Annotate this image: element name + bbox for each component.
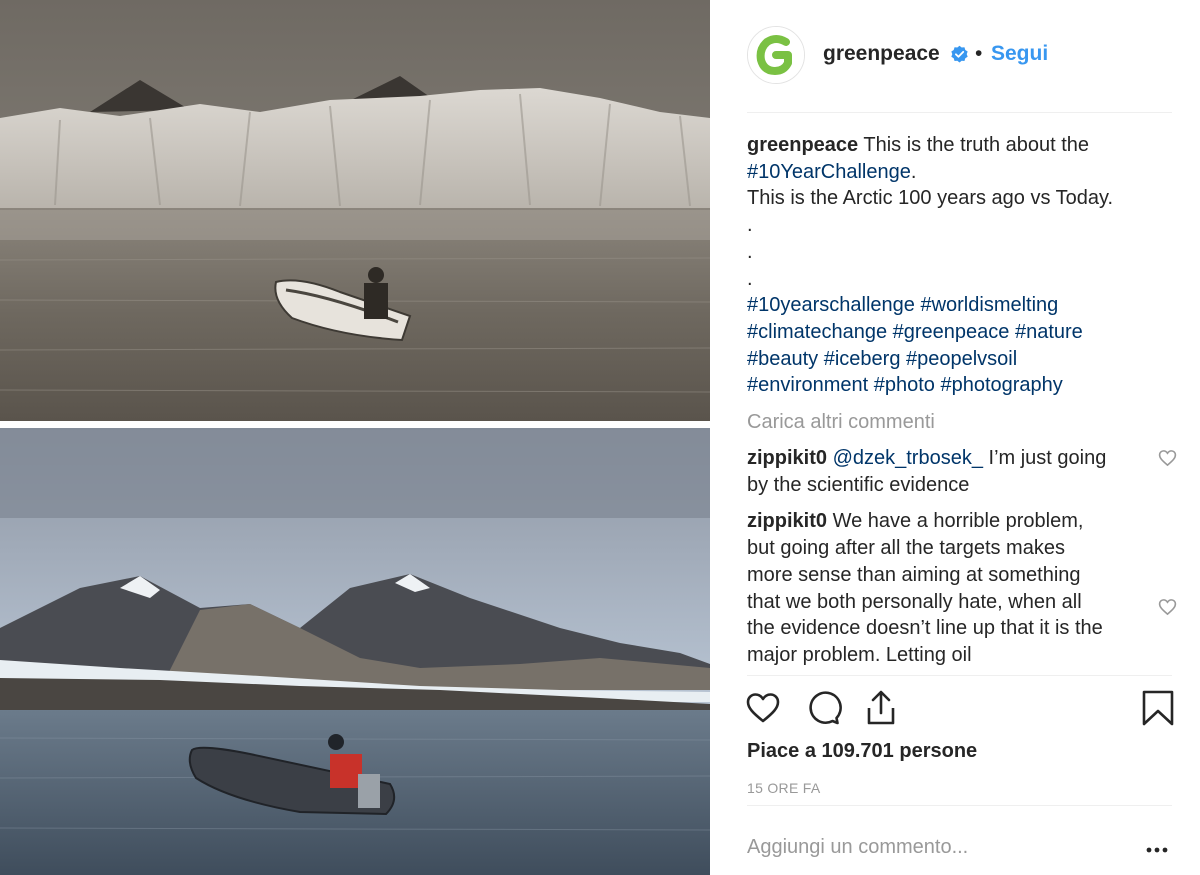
share-icon (867, 690, 895, 725)
comments-list[interactable]: greenpeace This is the truth about the #… (747, 132, 1177, 672)
add-comment-divider (747, 805, 1172, 806)
comment-item: zippikit0 @dzek_trbosek_ I’m just going … (747, 445, 1177, 498)
caption-hashtags[interactable]: #beauty #iceberg #peopelvsoil (747, 346, 1177, 373)
post-author-username[interactable]: greenpeace (823, 42, 940, 66)
heart-icon (746, 693, 780, 723)
like-button[interactable] (743, 688, 783, 728)
sepia-glacier-image (0, 0, 710, 421)
load-more-comments-button[interactable]: Carica altri commenti (747, 409, 1177, 435)
likes-count[interactable]: Piace a 109.701 persone (747, 740, 977, 763)
comment-mention[interactable]: @dzek_trbosek_ (833, 447, 983, 469)
save-button[interactable] (1138, 688, 1178, 728)
verified-badge-icon (950, 45, 969, 64)
bookmark-icon (1142, 690, 1174, 726)
caption-dot: . (747, 214, 753, 237)
color-mountain-image (0, 428, 710, 875)
caption-hashtags[interactable]: #climatechange #greenpeace #nature (747, 319, 1177, 346)
post-header: greenpeace • Segui (710, 0, 1200, 112)
post-media[interactable] (0, 0, 710, 875)
comment-text: We have a horrible problem, but going af… (747, 510, 1103, 666)
caption-text: This is the truth about the (858, 134, 1090, 156)
follow-button[interactable]: Segui (991, 42, 1048, 66)
actions-divider (747, 675, 1172, 676)
caption-hashtags[interactable]: #environment #photo #photography (747, 372, 1177, 399)
caption-text-end: . (910, 160, 917, 183)
caption-username[interactable]: greenpeace (747, 134, 858, 156)
post-details-panel: greenpeace • Segui greenpeace This is th… (710, 0, 1200, 875)
post-actions-bar (710, 688, 1200, 732)
comment-button[interactable] (803, 688, 843, 728)
arctic-photo-100-years-ago (0, 0, 710, 421)
comment-username[interactable]: zippikit0 (747, 510, 827, 532)
header-divider (747, 112, 1172, 113)
greenpeace-g-logo-icon (748, 27, 804, 83)
caption-line: This is the Arctic 100 years ago vs Toda… (747, 187, 1114, 210)
share-button[interactable] (861, 688, 901, 728)
post-timestamp: 15 ORE FA (747, 780, 821, 796)
avatar[interactable] (747, 26, 805, 84)
comment-like-heart-icon[interactable] (1158, 598, 1177, 616)
caption-dot: . (747, 240, 753, 263)
comment-username[interactable]: zippikit0 (747, 447, 827, 469)
header-separator: • (975, 42, 983, 65)
comment-item: zippikit0 We have a horrible problem, bu… (747, 508, 1177, 668)
caption-hashtag[interactable]: #10YearChallenge (747, 161, 911, 183)
comment-like-heart-icon[interactable] (1158, 449, 1177, 467)
caption-hashtags[interactable]: #10yearschallenge #worldismelting (747, 292, 1177, 319)
post-caption: greenpeace This is the truth about the #… (747, 132, 1177, 399)
caption-dot: . (747, 267, 753, 290)
comment-bubble-icon (809, 691, 842, 725)
add-comment-input[interactable] (747, 836, 1127, 859)
more-options-button[interactable] (1144, 838, 1170, 862)
arctic-photo-today (0, 428, 710, 875)
ellipsis-icon (1146, 847, 1168, 853)
